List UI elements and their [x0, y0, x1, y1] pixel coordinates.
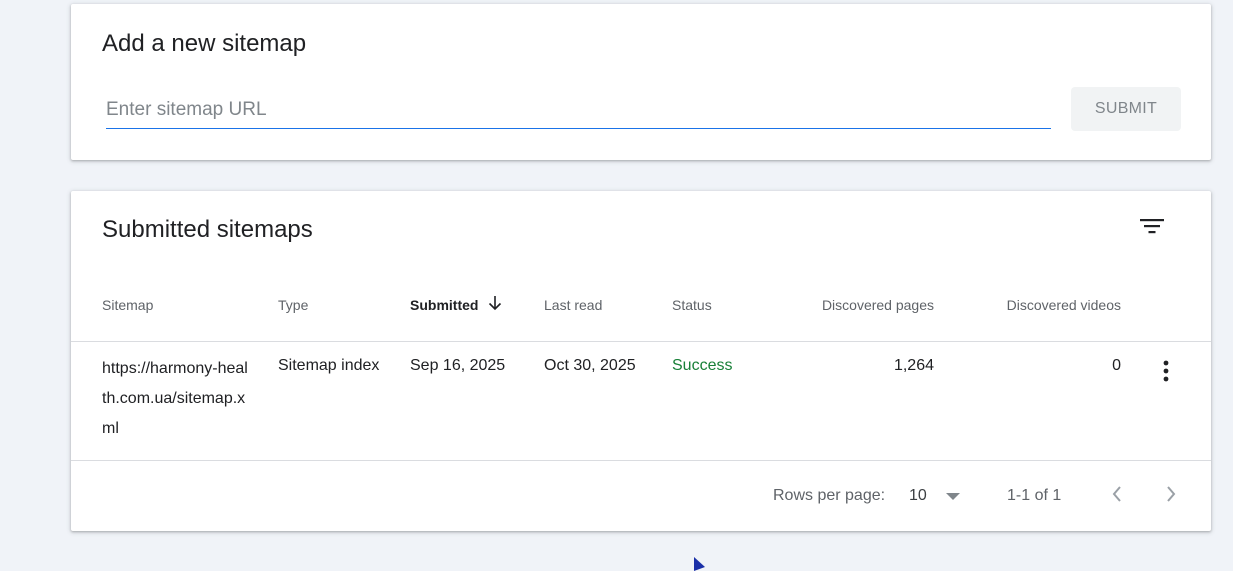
header-divider — [71, 341, 1211, 342]
last-read-cell: Oct 30, 2025 — [544, 357, 636, 374]
arrow-down-icon[interactable] — [487, 294, 503, 312]
column-header-last-read[interactable]: Last read — [544, 297, 602, 313]
submitted-date-cell: Sep 16, 2025 — [410, 357, 506, 374]
rows-per-page-label: Rows per page: — [773, 487, 886, 504]
pagination-range: 1-1 of 1 — [1007, 487, 1062, 504]
chevron-left-icon — [1112, 486, 1121, 502]
submit-button[interactable]: SUBMIT — [1071, 87, 1181, 131]
column-header-sitemap[interactable]: Sitemap — [102, 297, 153, 313]
add-sitemap-title: Add a new sitemap — [102, 30, 307, 57]
chevron-right-icon — [1167, 486, 1176, 502]
column-header-type[interactable]: Type — [278, 297, 308, 313]
submitted-sitemaps-title: Submitted sitemaps — [102, 216, 313, 243]
filter-icon — [1140, 219, 1164, 234]
dropdown-arrow-icon — [946, 493, 960, 500]
status-cell: Success — [672, 357, 733, 374]
rows-per-page-select[interactable]: 10 — [907, 484, 967, 508]
rows-per-page-value: 10 — [909, 487, 927, 504]
row-divider — [71, 460, 1211, 461]
add-sitemap-card: Add a new sitemap SUBMIT — [71, 4, 1211, 160]
more-vert-icon — [1163, 360, 1169, 382]
sitemap-url-cell[interactable]: https://harmony-health.com.ua/sitemap.xm… — [102, 354, 250, 444]
column-header-status[interactable]: Status — [672, 297, 712, 313]
column-header-discovered-videos[interactable]: Discovered videos — [1007, 297, 1121, 313]
submitted-sitemaps-card: Submitted sitemaps Sitemap Type Submitte… — [71, 191, 1211, 531]
sitemap-url-input[interactable] — [106, 92, 1051, 129]
row-more-button[interactable] — [1152, 357, 1180, 385]
discovered-videos-cell: 0 — [1112, 357, 1121, 374]
column-header-discovered-pages[interactable]: Discovered pages — [822, 297, 934, 313]
previous-page-button[interactable] — [1105, 481, 1129, 507]
column-header-submitted[interactable]: Submitted — [410, 297, 478, 313]
discovered-pages-cell: 1,264 — [893, 357, 934, 374]
filter-button[interactable] — [1137, 213, 1167, 243]
next-page-button[interactable] — [1159, 481, 1183, 507]
type-cell: Sitemap index — [278, 357, 380, 374]
